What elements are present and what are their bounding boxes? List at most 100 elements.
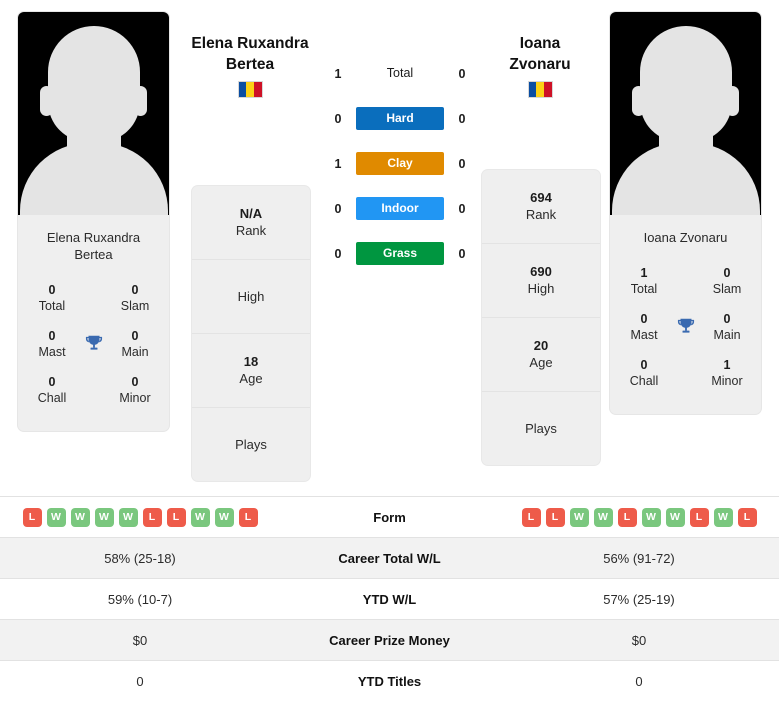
titles-mast-label-right: Mast [630,327,658,342]
info-high-right: 690 High [482,244,600,318]
info-rank-value-left: N/A [239,206,263,221]
surface-label-indoor[interactable]: Indoor [356,197,444,220]
head-to-head-comparison: Elena Ruxandra Bertea 0 Total 0 Slam 0 M… [0,0,779,496]
player-card-right[interactable]: Ioana Zvonaru 1 Total 0 Slam 0 Mast 0 Ma… [610,12,761,414]
form-badge-loss[interactable]: L [166,507,186,527]
titles-total-left: 0 Total [24,282,80,315]
player-info-column-left: N/A Rank High 18 Age Plays [192,186,310,481]
titles-mast-value-left: 0 [48,328,56,343]
info-plays-label-right: Plays [525,420,557,436]
info-age-value-right: 20 [533,338,549,353]
form-badge-loss[interactable]: L [617,507,637,527]
stats-value-right: 57% (25-19) [499,578,779,620]
surface-score-left-clay: 1 [334,156,342,171]
surface-comparison-bars: 1 Total 0 0 Hard 0 1 Clay 0 0 Indoor 0 0 Grass 0 [330,62,470,265]
surface-label-grass[interactable]: Grass [356,242,444,265]
info-plays-left: Plays [192,408,310,481]
surface-score-left-grass: 0 [334,246,342,261]
form-badge-loss[interactable]: L [521,507,541,527]
titles-row-total-slam-right: 1 Total 0 Slam [616,258,755,304]
titles-main-value-right: 0 [723,311,731,326]
titles-total-label-left: Total [38,298,66,313]
titles-row-mast-main-left: 0 Mast 0 Main [24,321,163,367]
info-high-value-right: 690 [530,264,552,279]
form-badge-loss[interactable]: L [737,507,757,527]
form-badge-win[interactable]: W [70,507,90,527]
trophy-icon [81,331,107,357]
surface-row-clay: 1 Clay 0 [330,152,470,175]
stats-value-right: 0 [499,660,779,702]
stats-row-label: Career Prize Money [280,619,499,661]
form-badge-loss[interactable]: L [689,507,709,527]
form-badge-loss[interactable]: L [22,507,42,527]
surface-score-right-hard: 0 [458,111,466,126]
avatar-ear-left-shape [40,86,53,116]
stats-value-left: 0 [0,660,280,702]
form-strip-right: LLWWLWWLWL [499,507,779,527]
titles-row-chall-minor-right: 0 Chall 1 Minor [616,350,755,396]
form-badge-loss[interactable]: L [238,507,258,527]
form-badge-win[interactable]: W [665,507,685,527]
titles-minor-value-left: 0 [131,374,139,389]
titles-chall-left: 0 Chall [24,374,80,407]
player-name-line2-left: Bertea [225,56,275,73]
stats-value-left: $0 [0,619,280,661]
stats-row: L W W W W L L W W L Form L L W W L W W L W L [0,496,779,538]
stats-value-left: LWWWWLLWWL [0,496,280,538]
form-badge-win[interactable]: W [569,507,589,527]
form-badge-win[interactable]: W [118,507,138,527]
romania-flag-icon [527,81,553,98]
info-rank-left: N/A Rank [192,186,310,260]
form-badge-win[interactable]: W [593,507,613,527]
titles-chall-label-left: Chall [37,390,67,405]
titles-mast-right: 0 Mast [616,311,672,344]
form-badge-loss[interactable]: L [142,507,162,527]
titles-row-chall-minor-left: 0 Chall 0 Minor [24,367,163,413]
titles-chall-label-right: Chall [629,373,659,388]
titles-row-total-slam-left: 0 Total 0 Slam [24,275,163,321]
player-avatar-right [610,12,761,215]
info-high-left: High [192,260,310,334]
titles-mast-label-left: Mast [38,344,66,359]
titles-main-label-left: Main [121,344,149,359]
player-heading-left[interactable]: Elena Ruxandra Bertea [175,33,325,98]
info-age-label-right: Age [529,355,553,370]
surface-score-right-total: 0 [458,66,466,81]
player-name-line1-right: Ioana [519,35,561,52]
titles-main-right: 0 Main [699,311,755,344]
form-badge-win[interactable]: W [713,507,733,527]
titles-slam-label-left: Slam [120,298,150,313]
surface-score-right-indoor: 0 [458,201,466,216]
player-name-line2-right: Zvonaru [509,56,571,73]
info-high-label-right: High [527,281,555,296]
titles-minor-right: 1 Minor [699,357,755,390]
form-badge-win[interactable]: W [46,507,66,527]
stats-value-right: $0 [499,619,779,661]
avatar-ear-left-shape [632,86,645,116]
info-plays-label-left: Plays [235,436,267,452]
titles-total-right: 1 Total [616,265,672,298]
titles-minor-value-right: 1 [723,357,731,372]
player-card-left[interactable]: Elena Ruxandra Bertea 0 Total 0 Slam 0 M… [18,12,169,431]
surface-score-left-indoor: 0 [334,201,342,216]
surface-label-clay[interactable]: Clay [356,152,444,175]
form-badge-win[interactable]: W [641,507,661,527]
player-heading-right[interactable]: Ioana Zvonaru [465,33,615,98]
surface-label-hard[interactable]: Hard [356,107,444,130]
surface-score-left-hard: 0 [334,111,342,126]
avatar-body-shape [611,143,760,215]
stats-row-label: YTD Titles [280,660,499,702]
surface-row-grass: 0 Grass 0 [330,242,470,265]
form-badge-win[interactable]: W [94,507,114,527]
form-badge-loss[interactable]: L [545,507,565,527]
avatar-ear-right-shape [726,86,739,116]
titles-total-value-right: 1 [640,265,648,280]
form-badge-win[interactable]: W [190,507,210,527]
titles-slam-right: 0 Slam [699,265,755,298]
info-age-left: 18 Age [192,334,310,408]
avatar-ear-right-shape [134,86,147,116]
titles-main-label-right: Main [713,327,741,342]
form-badge-win[interactable]: W [214,507,234,527]
player-titles-grid-right: 1 Total 0 Slam 0 Mast 0 Main 0 Chall 1 M… [610,258,761,414]
surface-score-left-total: 1 [334,66,342,81]
